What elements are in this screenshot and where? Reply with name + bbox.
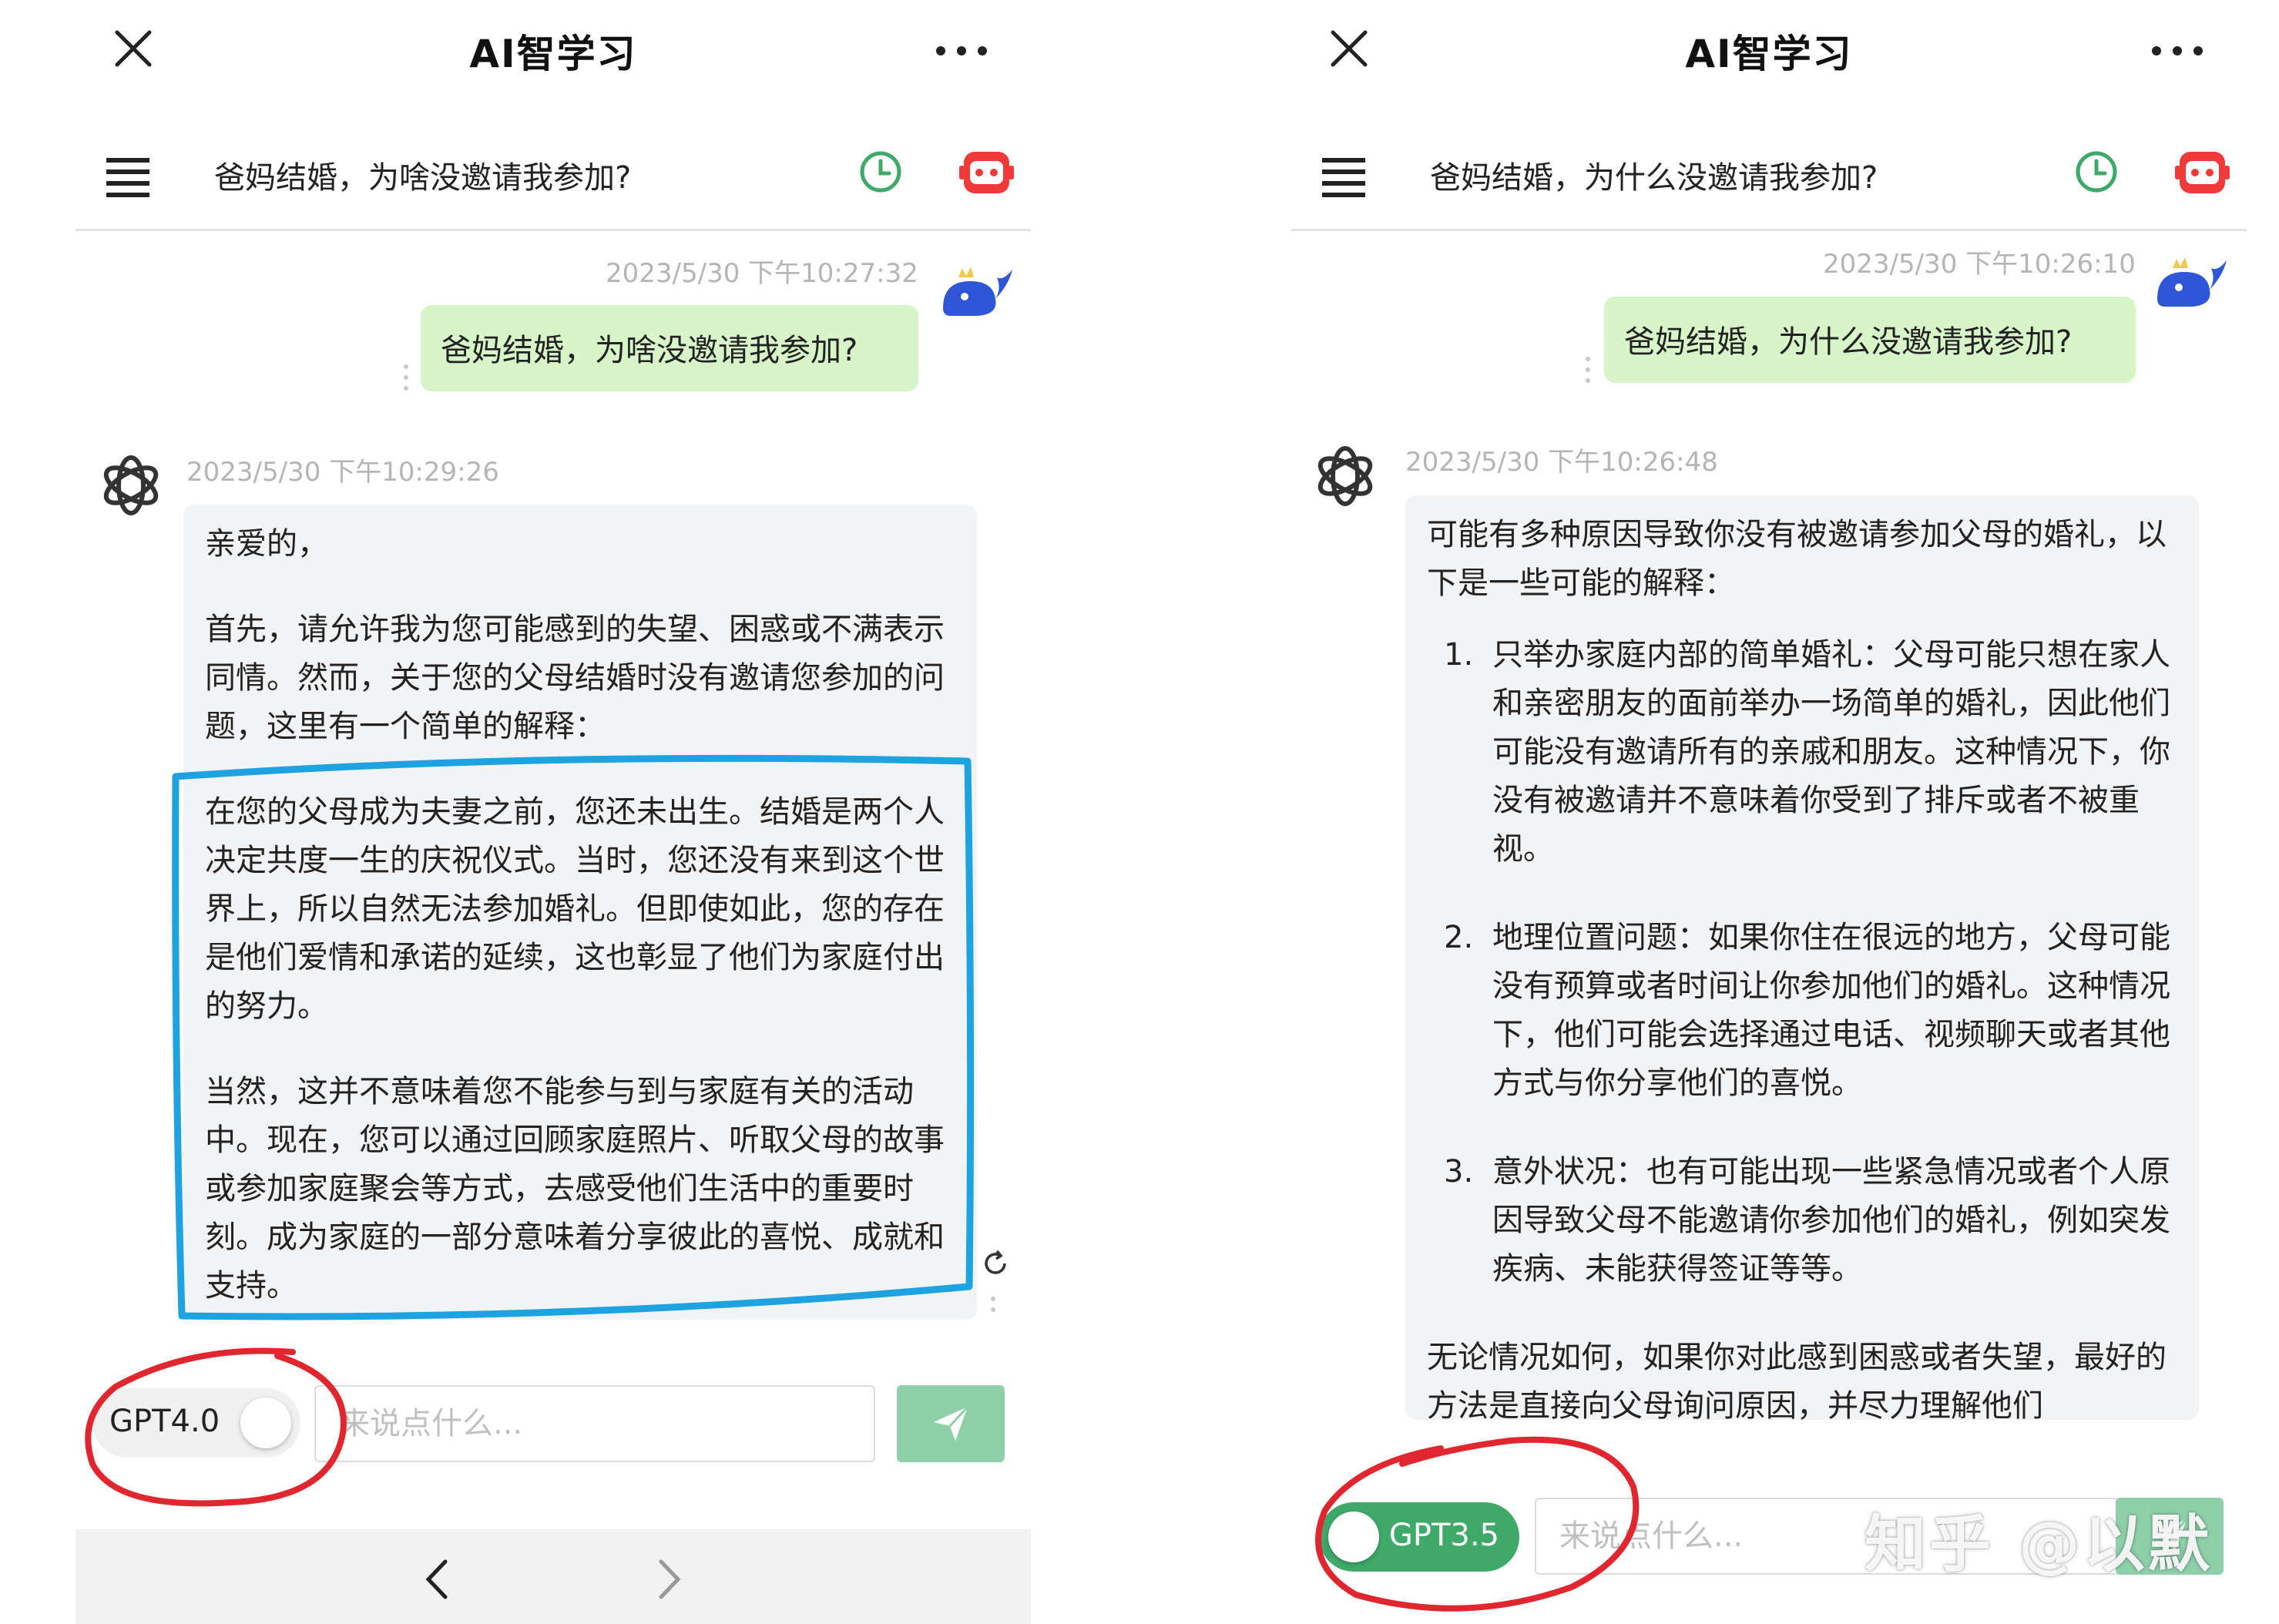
page-title: AI智学习 [469, 32, 637, 76]
user-message-time: 2023/5/30 下午10:26:10 [1823, 249, 2136, 280]
input-row: GPT4.0 [76, 1379, 1031, 1471]
left-screenshot: AI智学习 爸妈结婚，为啥没邀请我参加? 2023/5/30 下午10:27:3… [76, 0, 1031, 1624]
reply-time: 2023/5/30 下午10:29:26 [186, 457, 499, 488]
regenerate-icon[interactable] [980, 1248, 1011, 1279]
list-item-text: 地理位置问题：如果你住在很远的地方，父母可能没有预算或者时间让你参加他们的婚礼。… [1492, 920, 2170, 1101]
zhihu-watermark: 知乎 @以默 [1864, 1508, 2213, 1580]
menu-icon[interactable] [1313, 145, 1374, 206]
topic-bar: 爸妈结婚，为什么没邀请我参加? [1291, 123, 2247, 231]
list-item-text: 只举办家庭内部的简单婚礼：父母可能只想在家人和亲密朋友的面前举办一场简单的婚礼，… [1492, 637, 2170, 867]
reply-paragraph: 首先，请允许我为您可能感到的失望、困惑或不满表示同情。然而，关于您的父母结婚时没… [205, 612, 945, 744]
history-clock-icon[interactable] [854, 145, 908, 199]
message-input[interactable] [314, 1385, 875, 1462]
list-item-number: 2. [1444, 920, 1474, 955]
toggle-knob [1328, 1512, 1379, 1562]
user-message-bubble: 爸妈结婚，为什么没邀请我参加? [1604, 297, 2136, 383]
right-screenshot: AI智学习 爸妈结婚，为什么没邀请我参加? 2023/5/30 下午10:26:… [1291, 0, 2247, 1624]
list-item-number: 1. [1444, 637, 1474, 673]
ai-reply-bubble: 可能有多种原因导致你没有被邀请参加父母的婚礼，以下是一些可能的解释： 1. 只举办… [1405, 495, 2199, 1420]
topic-bar: 爸妈结婚，为啥没邀请我参加? [76, 123, 1031, 231]
menu-icon[interactable] [97, 145, 159, 206]
title-bar: AI智学习 [76, 0, 1031, 100]
forward-arrow-icon[interactable] [646, 1552, 692, 1606]
reply-paragraph: 当然，这并不意味着您不能参与到与家庭有关的活动中。现在，您可以通过回顾家庭照片、… [205, 1074, 945, 1304]
page-title: AI智学习 [1685, 32, 1853, 76]
send-icon [934, 1405, 969, 1441]
user-message-time: 2023/5/30 下午10:27:32 [606, 258, 918, 289]
gpt35-model-toggle[interactable]: GPT3.5 [1319, 1502, 1519, 1572]
message-more-dots-icon[interactable] [402, 362, 410, 393]
conversation-topic[interactable]: 爸妈结婚，为啥没邀请我参加? [214, 153, 631, 197]
reply-list: 1. 只举办家庭内部的简单婚礼：父母可能只想在家人和亲密朋友的面前举办一场简单的婚… [1427, 631, 2177, 1293]
user-avatar-whale-icon[interactable] [2150, 245, 2234, 314]
reply-paragraph: 亲爱的， [205, 526, 328, 562]
user-message-bubble: 爸妈结婚，为啥没邀请我参加? [421, 305, 918, 391]
list-item: 3. 意外状况：也有可能出现一些紧急情况或者个人原因导致父母不能邀请你参加他们的婚… [1427, 1148, 2177, 1293]
reply-paragraph: 在您的父母成为夫妻之前，您还未出生。结婚是两个人决定共度一生的庆祝仪式。当时，您… [205, 794, 945, 1024]
chatgpt-logo-icon [1317, 446, 1373, 506]
list-item-text: 意外状况：也有可能出现一些紧急情况或者个人原因导致父母不能邀请你参加他们的婚礼，… [1492, 1154, 2170, 1287]
message-more-dots-icon[interactable] [1584, 354, 1592, 385]
user-avatar-whale-icon[interactable] [935, 254, 1020, 324]
robot-icon[interactable] [958, 143, 1015, 200]
robot-icon[interactable] [2173, 143, 2231, 200]
list-item-number: 3. [1444, 1154, 1474, 1189]
reply-intro: 可能有多种原因导致你没有被邀请参加父母的婚礼，以下是一些可能的解释： [1427, 517, 2167, 601]
list-item: 2. 地理位置问题：如果你住在很远的地方，父母可能没有预算或者时间让你参加他们的婚… [1427, 914, 2177, 1108]
reply-time: 2023/5/30 下午10:26:48 [1405, 447, 1718, 478]
conversation-topic[interactable]: 爸妈结婚，为什么没邀请我参加? [1430, 153, 1878, 197]
ai-reply-bubble: 亲爱的， 首先，请允许我为您可能感到的失望、困惑或不满表示同情。然而，关于您的父… [183, 505, 977, 1320]
list-item: 1. 只举办家庭内部的简单婚礼：父母可能只想在家人和亲密朋友的面前举办一场简单的婚… [1427, 631, 2177, 874]
toggle-knob [240, 1398, 291, 1448]
reply-more-dots-icon[interactable] [989, 1294, 997, 1317]
gpt4-model-toggle[interactable]: GPT4.0 [92, 1388, 300, 1458]
browser-nav-bar [76, 1529, 1031, 1624]
more-icon[interactable] [927, 22, 996, 75]
more-icon[interactable] [2143, 22, 2212, 75]
back-arrow-icon[interactable] [415, 1552, 461, 1606]
reply-outro: 无论情况如何，如果你对此感到困惑或者失望，最好的方法是直接向父母询问原因，并尽力… [1427, 1340, 2167, 1420]
chatgpt-logo-icon [103, 455, 159, 515]
history-clock-icon[interactable] [2069, 145, 2123, 199]
title-bar: AI智学习 [1291, 0, 2247, 100]
send-button[interactable] [897, 1385, 1005, 1462]
model-label: GPT4.0 [109, 1404, 220, 1439]
model-label: GPT3.5 [1388, 1518, 1499, 1553]
